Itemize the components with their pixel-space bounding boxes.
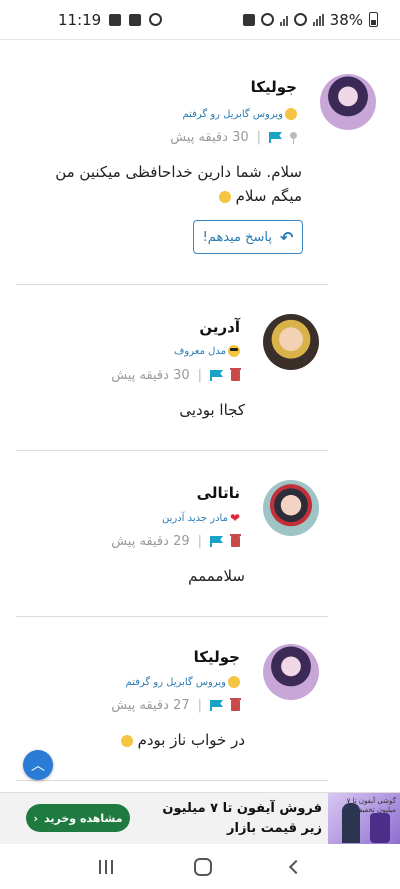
meta-separator: | (197, 534, 202, 549)
status-bar: 11:19 38% (0, 0, 400, 40)
comment-body: در خواب ناز بودم (120, 728, 245, 752)
chevron-left-icon: ‹ (33, 811, 39, 825)
report-flag-icon[interactable] (210, 700, 223, 711)
cool-emoji-icon (228, 345, 240, 357)
comment-divider (16, 450, 328, 451)
ad-image[interactable]: گوشی آیفون تا ۷ میلیون تخفیف (328, 793, 400, 845)
ad-headline: فروش آیفون تا ۷ میلیون زیر قیمت بازار (162, 801, 322, 836)
status-bar-right: 38% (242, 10, 378, 29)
report-flag-icon[interactable] (269, 132, 282, 143)
delete-icon[interactable] (230, 368, 241, 381)
comment-time: 30 دقیقه پیش (111, 368, 190, 383)
comment-author[interactable]: ناتالی (197, 484, 240, 502)
smile-emoji-icon (228, 676, 240, 688)
badge-label: مدل معروف (174, 345, 226, 357)
meta-separator: | (197, 368, 202, 383)
ad-cta-button[interactable]: مشاهده وخرید ‹ (26, 804, 130, 832)
system-navigation-bar (0, 844, 400, 889)
comment-author[interactable]: جولیکا (194, 648, 240, 666)
report-flag-icon[interactable] (210, 536, 223, 547)
battery-percent: 38% (329, 10, 363, 29)
weather-icon (149, 13, 163, 26)
comments-feed[interactable]: جولیکا ویروس گابریل رو گرفتم | 30 دقیقه … (0, 40, 400, 792)
comment-body: سلامممم (188, 567, 245, 585)
battery-icon (369, 12, 378, 27)
chevron-up-icon: ︿ (31, 758, 45, 774)
meta-separator: | (256, 130, 261, 145)
report-flag-icon[interactable] (210, 370, 223, 381)
signal-icon (279, 14, 288, 26)
smile-emoji-icon (218, 190, 231, 203)
comment-body: کجاا بودیی (179, 401, 245, 419)
scroll-to-top-button[interactable]: ︿ (23, 750, 53, 780)
delete-icon[interactable] (230, 698, 241, 711)
reply-arrow-icon: ↶ (280, 227, 294, 247)
comment-author[interactable]: جولیکا (251, 78, 297, 96)
badge-label: ویروس گابریل رو گرفتم (182, 108, 283, 120)
wifi-icon (293, 13, 307, 26)
comment-time: 27 دقیقه پیش (111, 698, 190, 713)
avatar[interactable] (263, 480, 319, 536)
comment-time: 30 دقیقه پیش (170, 130, 249, 145)
lock-icon (242, 13, 255, 26)
meta-separator: | (197, 698, 202, 713)
recent-apps-icon[interactable] (99, 859, 115, 874)
pin-icon[interactable] (290, 131, 297, 144)
comment-divider (16, 284, 328, 285)
folder-icon (109, 13, 122, 26)
signal-strength-icon (312, 13, 324, 26)
ad-phone-graphic (370, 813, 390, 843)
user-badge: ویروس گابریل رو گرفتم (182, 108, 297, 120)
badge-label: ویروس گابریل رو گرفتم (125, 676, 226, 688)
comment-meta: | 29 دقیقه پیش (111, 534, 241, 549)
user-badge: مادر جدید آدرین ❤ (162, 512, 240, 524)
smile-emoji-icon (285, 108, 297, 120)
comment-divider (16, 616, 328, 617)
home-icon[interactable] (193, 857, 212, 876)
back-icon[interactable] (288, 859, 303, 874)
ad-cta-label: مشاهده وخرید (44, 811, 123, 825)
heart-emoji-icon: ❤ (229, 511, 240, 525)
delete-icon[interactable] (230, 534, 241, 547)
comment-time: 29 دقیقه پیش (111, 534, 190, 549)
comment-meta: | 30 دقیقه پیش (111, 368, 241, 383)
comment-meta: | 30 دقیقه پیش (170, 130, 297, 145)
comment-body: سلام. شما دارین خداحافظی میکنین من میگم … (55, 163, 302, 205)
sleepy-emoji-icon (120, 734, 133, 747)
user-badge: مدل معروف (174, 345, 240, 357)
comment-meta: | 27 دقیقه پیش (111, 698, 241, 713)
reply-button-label: پاسخ میدهم! (202, 229, 273, 245)
ad-banner[interactable]: مشاهده وخرید ‹ فروش آیفون تا ۷ میلیون زی… (0, 792, 400, 845)
ad-person-graphic (342, 803, 360, 843)
app-notification-icon (129, 13, 142, 26)
status-time: 11:19 (58, 10, 102, 29)
avatar[interactable] (263, 314, 319, 370)
avatar[interactable] (263, 644, 319, 700)
comment-author[interactable]: آدرین (199, 318, 240, 336)
status-bar-left: 11:19 (58, 10, 163, 29)
avatar[interactable] (320, 74, 376, 130)
comment-divider (16, 780, 328, 781)
user-badge: ویروس گابریل رو گرفتم (125, 676, 240, 688)
reply-button[interactable]: ↶ پاسخ میدهم! (193, 220, 303, 254)
badge-label: مادر جدید آدرین (161, 512, 228, 524)
alarm-icon (260, 13, 274, 26)
